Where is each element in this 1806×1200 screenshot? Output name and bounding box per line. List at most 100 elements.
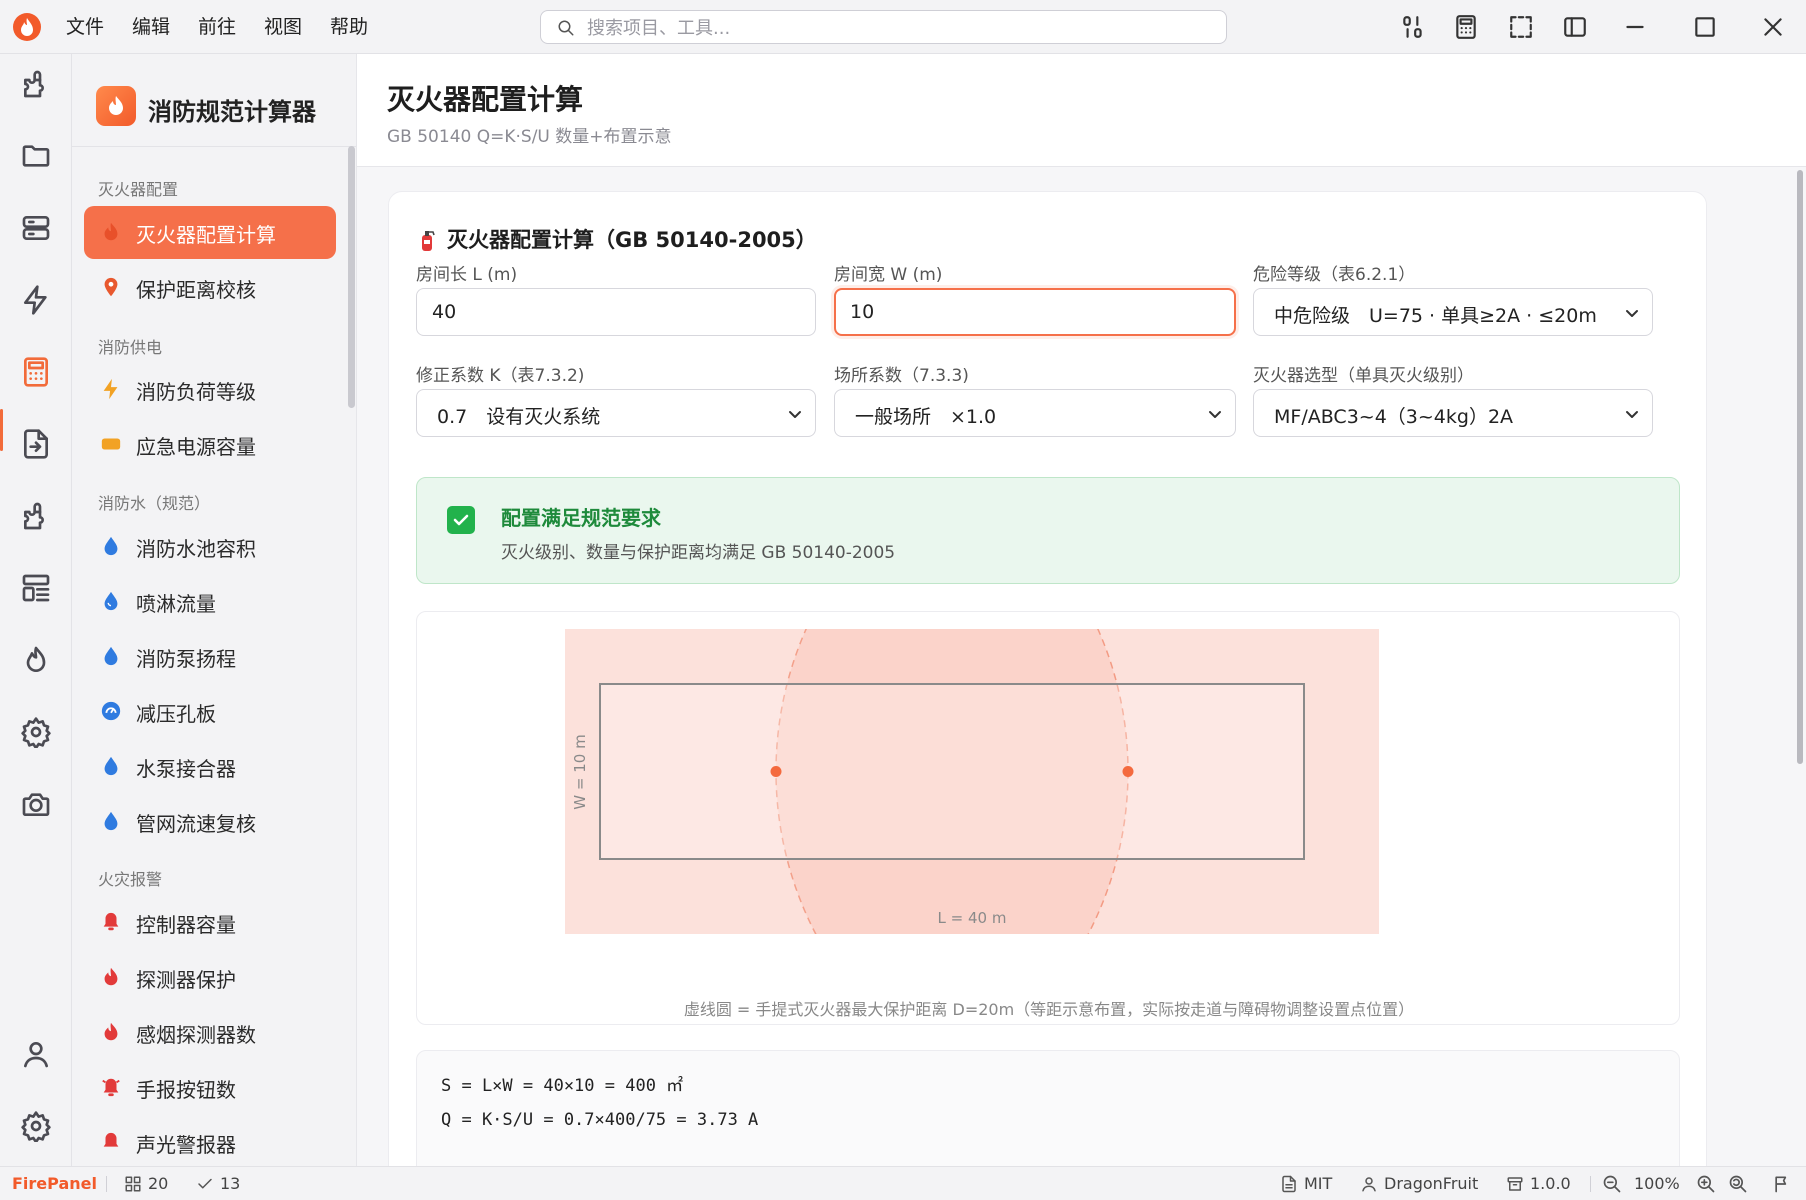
binary-icon[interactable] bbox=[1400, 14, 1426, 40]
screenshot-icon[interactable] bbox=[1508, 14, 1534, 40]
droplet-icon bbox=[104, 591, 118, 611]
nav-label: 手报按钮数 bbox=[136, 1078, 236, 1102]
nav-smoke-detectors[interactable]: 感烟探测器数 bbox=[84, 1006, 336, 1059]
type-select[interactable]: MF/ABC3~4（3~4kg）2A bbox=[1253, 389, 1653, 437]
hazard-select[interactable]: 中危险级 U=75 · 单具≥2A · ≤20m bbox=[1253, 288, 1653, 336]
calculator-icon[interactable] bbox=[1453, 14, 1479, 40]
length-input[interactable]: 40 bbox=[416, 288, 816, 336]
nav-sound-light-alarm[interactable]: 声光警报器 bbox=[84, 1116, 336, 1166]
gauge-icon bbox=[101, 701, 121, 721]
search-icon bbox=[558, 20, 574, 36]
check-icon bbox=[447, 506, 475, 534]
nav-controller-capacity[interactable]: 控制器容量 bbox=[84, 896, 336, 949]
divider bbox=[72, 146, 356, 147]
status-author[interactable]: DragonFruit bbox=[1360, 1174, 1490, 1194]
sidebar-toggle-icon[interactable] bbox=[1562, 14, 1588, 40]
bell-icon bbox=[103, 1132, 119, 1147]
puzzle-icon[interactable] bbox=[20, 68, 52, 100]
droplet-icon bbox=[104, 536, 118, 556]
activity-bar bbox=[0, 54, 72, 1166]
items-count: 20 bbox=[148, 1174, 169, 1193]
nav-label: 保护距离校核 bbox=[136, 278, 256, 302]
flame-icon bbox=[104, 967, 118, 986]
result-title: 配置满足规范要求 bbox=[501, 506, 661, 530]
place-select[interactable]: 一般场所 ×1.0 bbox=[834, 389, 1236, 437]
brand-logo-icon bbox=[96, 86, 136, 126]
place-label: 场所系数（7.3.3) bbox=[834, 366, 969, 386]
group-label-alarm: 火灾报警 bbox=[98, 870, 163, 889]
divider bbox=[106, 1176, 107, 1192]
map-pin-icon bbox=[104, 277, 118, 297]
file-icon bbox=[1282, 1175, 1296, 1193]
nav-label: 减压孔板 bbox=[136, 702, 216, 726]
account-icon[interactable] bbox=[20, 1038, 52, 1070]
nav-pump-head[interactable]: 消防泵扬程 bbox=[84, 630, 336, 683]
nav-load-level[interactable]: 消防负荷等级 bbox=[84, 363, 336, 416]
group-label-power: 消防供电 bbox=[98, 338, 163, 357]
zoom-reset-icon[interactable] bbox=[1728, 1174, 1748, 1194]
k-select[interactable]: 0.7 设有灭火系统 bbox=[416, 389, 816, 437]
nav-orifice-plate[interactable]: 减压孔板 bbox=[84, 685, 336, 738]
close-icon[interactable] bbox=[1760, 14, 1786, 40]
nav-water-tank[interactable]: 消防水池容积 bbox=[84, 520, 336, 573]
nav-detector-protect[interactable]: 探测器保护 bbox=[84, 951, 336, 1004]
zoom-out-icon[interactable] bbox=[1602, 1174, 1622, 1194]
zoom-in-icon[interactable] bbox=[1696, 1174, 1716, 1194]
k-value: 0.7 设有灭火系统 bbox=[437, 406, 601, 428]
minimize-icon[interactable] bbox=[1622, 14, 1648, 40]
zoom-level[interactable]: 100% bbox=[1634, 1174, 1684, 1194]
status-items-count[interactable]: 20 bbox=[124, 1174, 184, 1194]
status-license[interactable]: MIT bbox=[1280, 1174, 1350, 1194]
file-import-icon[interactable] bbox=[20, 428, 52, 460]
room-length-label: L = 40 m bbox=[938, 909, 1007, 927]
card-title: 灭火器配置计算（GB 50140-2005） bbox=[447, 228, 817, 252]
menu-go[interactable]: 前往 bbox=[198, 13, 236, 41]
folder-icon[interactable] bbox=[20, 140, 52, 172]
calculator-nav-icon[interactable] bbox=[20, 356, 52, 388]
search-input[interactable] bbox=[587, 15, 1187, 41]
nav-extinguisher-config[interactable]: 灭火器配置计算 bbox=[84, 206, 336, 259]
nav-protect-distance[interactable]: 保护距离校核 bbox=[84, 261, 336, 314]
calc-line-rating: Q = K·S/U = 0.7×400/75 = 3.73 A bbox=[441, 1110, 759, 1130]
nav-pump-adapter[interactable]: 水泵接合器 bbox=[84, 740, 336, 793]
status-checks[interactable]: 13 bbox=[196, 1174, 256, 1194]
settings-nav-icon[interactable] bbox=[20, 716, 52, 748]
brand-name: 消防规范计算器 bbox=[148, 98, 316, 126]
flame-icon bbox=[104, 222, 118, 241]
page-subtitle: GB 50140 Q=K·S/U 数量+布置示意 bbox=[387, 127, 672, 147]
maximize-icon[interactable] bbox=[1692, 14, 1718, 40]
result-banner: 配置满足规范要求 灭火级别、数量与保护距离均满足 GB 50140-2005 bbox=[416, 477, 1680, 584]
server-icon[interactable] bbox=[20, 212, 52, 244]
status-version[interactable]: 1.0.0 bbox=[1506, 1174, 1586, 1194]
main-scrollbar[interactable] bbox=[1797, 170, 1803, 764]
nav-pipe-velocity[interactable]: 管网流速复核 bbox=[84, 795, 336, 848]
nav-emergency-power[interactable]: 应急电源容量 bbox=[84, 418, 336, 471]
width-input[interactable]: 10 bbox=[834, 288, 1236, 336]
feedback-icon[interactable] bbox=[1772, 1174, 1792, 1194]
nav-label: 感烟探测器数 bbox=[136, 1023, 256, 1047]
result-description: 灭火级别、数量与保护距离均满足 GB 50140-2005 bbox=[501, 543, 896, 563]
menu-file[interactable]: 文件 bbox=[66, 13, 104, 41]
status-brand[interactable]: FirePanel bbox=[12, 1174, 97, 1193]
settings-icon[interactable] bbox=[20, 1110, 52, 1142]
camera-icon[interactable] bbox=[20, 788, 52, 820]
droplet-icon bbox=[104, 756, 118, 776]
sidebar-scrollbar[interactable] bbox=[348, 146, 355, 408]
nav-sprinkler-flow[interactable]: 喷淋流量 bbox=[84, 575, 336, 628]
flame-nav-icon[interactable] bbox=[20, 644, 52, 676]
layout-icon[interactable] bbox=[20, 572, 52, 604]
diagram-caption: 虚线圆 = 手提式灭火器最大保护距离 D=20m（等距示意布置，实际按走道与障碍… bbox=[683, 1000, 1415, 1019]
search-box[interactable] bbox=[540, 10, 1227, 44]
menu-edit[interactable]: 编辑 bbox=[132, 13, 170, 41]
nav-manual-alarm[interactable]: 手报按钮数 bbox=[84, 1061, 336, 1114]
chevron-down-icon bbox=[1209, 411, 1221, 418]
extensions-icon[interactable] bbox=[20, 500, 52, 532]
layout-diagram: L = 40 m W = 10 m 虚线圆 = 手提式灭火器最大保护距离 D=2… bbox=[416, 611, 1680, 1025]
type-label: 灭火器选型（单具灭火级别） bbox=[1253, 366, 1474, 386]
flame-icon bbox=[104, 1022, 118, 1041]
lightning-icon[interactable] bbox=[20, 284, 52, 316]
battery-icon bbox=[101, 438, 121, 450]
menu-view[interactable]: 视图 bbox=[264, 13, 302, 41]
droplet-icon bbox=[104, 646, 118, 666]
menu-help[interactable]: 帮助 bbox=[330, 13, 368, 41]
